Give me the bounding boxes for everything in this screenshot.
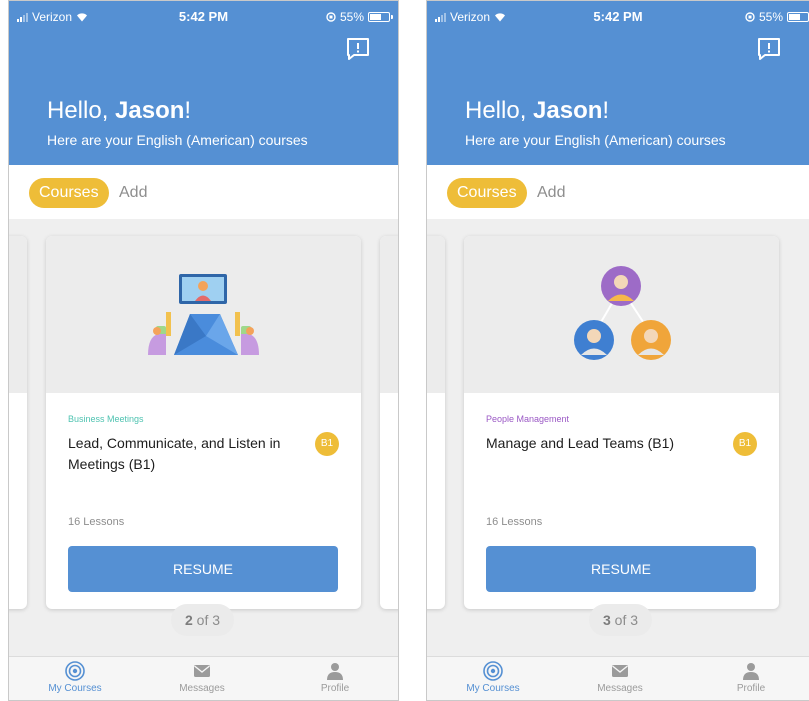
phone-screen-2: Verizon 5:42 PM 55% Hello, Jason! Here a… [426,0,809,701]
card-image [380,236,398,393]
courses-icon [65,661,85,681]
greeting: Hello, Jason! [465,97,609,125]
person-icon [743,663,759,680]
course-card[interactable]: People Management Manage and Lead Teams … [464,236,779,609]
page-total: of 3 [192,612,221,628]
status-bar: Verizon 5:42 PM 55% [427,7,809,27]
card-image [427,236,445,393]
tab-add[interactable]: Add [537,178,565,208]
phone-screen-1: Verizon 5:42 PM 55% Hello, Jason! Here a… [8,0,399,701]
greeting: Hello, Jason! [47,97,191,125]
feedback-icon[interactable] [346,37,370,61]
tab-label: Messages [597,683,643,694]
tab-label: My Courses [48,683,102,694]
battery: 55% [326,10,393,24]
bottom-tab-bar: My Courses Messages Profile [427,656,809,700]
tab-my-courses[interactable]: My Courses [453,661,533,694]
course-title: Manage and Lead Teams (B1) [486,435,675,451]
tab-profile[interactable]: Profile [711,661,791,694]
orientation-lock-icon [745,12,755,22]
course-title: Lead, Communicate, and Listen in Meeting… [68,435,281,472]
previous-course-card[interactable] [9,236,27,609]
tab-profile[interactable]: Profile [295,661,375,694]
orientation-lock-icon [326,12,336,22]
level-badge: B1 [315,432,339,456]
envelope-icon [612,665,628,677]
page-indicator: 2 of 3 [171,604,235,636]
header-subtitle: Here are your English (American) courses [47,132,308,148]
feedback-icon[interactable] [757,37,781,61]
card-image [46,236,361,393]
bottom-tab-bar: My Courses Messages Profile [9,656,398,700]
tab-messages[interactable]: Messages [162,661,242,694]
screenshot-stage: Verizon 5:42 PM 55% Hello, Jason! Here a… [0,0,809,701]
greeting-suffix: ! [602,97,610,124]
tab-label: Messages [179,683,225,694]
course-tabs: Courses Add [9,165,398,219]
tab-add[interactable]: Add [119,178,147,208]
tab-courses[interactable]: Courses [29,178,109,208]
page-current: 3 [603,612,611,628]
resume-button[interactable]: RESUME [486,546,756,592]
card-image [9,236,27,393]
level-badge: B1 [733,432,757,456]
page-current: 2 [185,612,193,628]
previous-course-card[interactable] [427,236,445,609]
team-hierarchy-illustration [574,266,671,360]
user-name: Jason [533,97,603,124]
resume-button[interactable]: RESUME [68,546,338,592]
lesson-count: 16 Lessons [486,516,543,528]
tab-my-courses[interactable]: My Courses [35,661,115,694]
tab-label: Profile [320,683,350,694]
lesson-count: 16 Lessons [68,516,125,528]
card-image [464,236,779,393]
next-course-card[interactable] [380,236,398,609]
person-icon [327,663,343,680]
envelope-icon [194,665,210,677]
tab-courses[interactable]: Courses [447,178,527,208]
page-total: of 3 [610,612,639,628]
battery-icon [787,12,809,22]
course-card[interactable]: Business Meetings Lead, Communicate, and… [46,236,361,609]
battery-percent: 55% [339,10,364,24]
tab-label: My Courses [466,683,520,694]
page-indicator: 3 of 3 [589,604,653,636]
battery-percent: 55% [758,10,783,24]
greeting-suffix: ! [184,97,192,124]
battery-icon [368,12,393,22]
greeting-prefix: Hello, [47,97,116,124]
battery: 55% [745,10,809,24]
header: Verizon 5:42 PM 55% Hello, Jason! Here a… [427,1,809,165]
tab-messages[interactable]: Messages [580,661,660,694]
courses-icon [483,661,503,681]
user-name: Jason [115,97,185,124]
course-tabs: Courses Add [427,165,809,219]
course-category: Business Meetings [68,414,144,424]
course-category: People Management [486,414,570,424]
tab-label: Profile [736,683,766,694]
header-subtitle: Here are your English (American) courses [465,132,726,148]
header: Verizon 5:42 PM 55% Hello, Jason! Here a… [9,1,398,165]
greeting-prefix: Hello, [465,97,534,124]
status-bar: Verizon 5:42 PM 55% [9,7,398,27]
business-meeting-illustration [148,274,259,355]
